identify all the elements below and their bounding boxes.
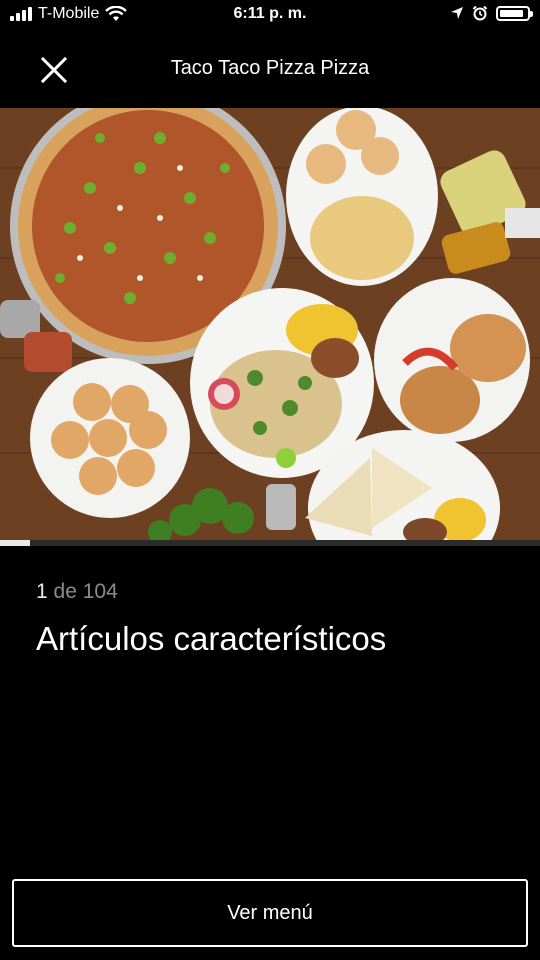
- view-menu-label: Ver menú: [227, 901, 313, 924]
- location-arrow-icon: [451, 7, 463, 19]
- pasta-plate: [286, 108, 438, 286]
- gallery-image[interactable]: [0, 108, 540, 540]
- counter-total: 104: [82, 580, 118, 603]
- battery-icon: [496, 5, 533, 21]
- torta-plate: [374, 278, 530, 442]
- counter-separator: de: [47, 580, 83, 603]
- header: Taco Taco Pizza Pizza: [0, 30, 540, 108]
- section-title: Artículos característicos: [36, 620, 387, 657]
- page-title: Taco Taco Pizza Pizza: [170, 57, 370, 79]
- food-photo: [0, 108, 540, 540]
- alarm-icon: [472, 5, 488, 21]
- battery-fill: [500, 9, 523, 17]
- view-menu-button[interactable]: Ver menú: [12, 879, 528, 947]
- counter-current: 1: [36, 580, 48, 603]
- garlic-rolls-plate: [30, 358, 190, 518]
- image-counter: 1 de 104: [36, 580, 118, 604]
- gallery-progress: [0, 540, 540, 546]
- status-right: [450, 5, 533, 21]
- status-bar: T-Mobile 6:11 p. m.: [0, 0, 540, 30]
- gallery-progress-fill: [0, 540, 30, 546]
